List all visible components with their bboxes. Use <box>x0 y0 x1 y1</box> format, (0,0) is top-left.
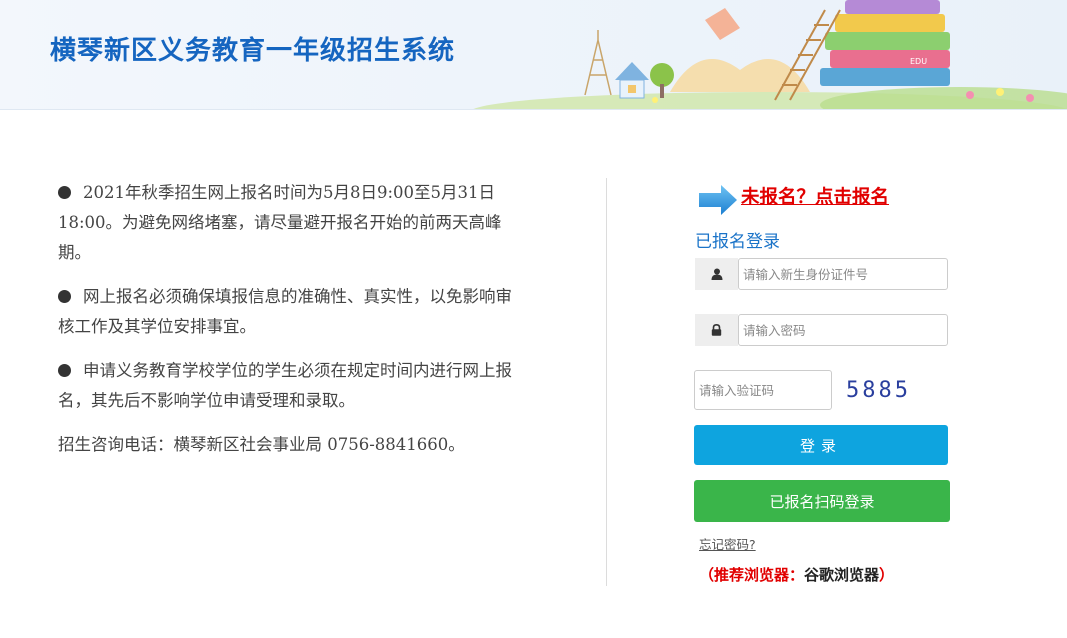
bullet-icon <box>58 186 71 199</box>
banner-illustration: EDU <box>473 0 1067 109</box>
column-divider <box>606 178 607 586</box>
id-number-input[interactable] <box>738 258 948 290</box>
hotline-text: 招生咨询电话：横琴新区社会事业局 0756-8841660。 <box>58 435 465 454</box>
captcha-input[interactable] <box>694 370 832 410</box>
captcha-image[interactable]: 5885 <box>846 374 916 406</box>
browser-tip: （推荐浏览器：谷歌浏览器） <box>699 566 895 584</box>
banner-edu-text: EDU <box>910 57 927 66</box>
lock-icon <box>695 314 738 346</box>
bullet-icon <box>58 364 71 377</box>
arrow-right-icon <box>699 185 737 215</box>
notice-item: 2021年秋季招生网上报名时间为5月8日9:00至5月31日18:00。为避免网… <box>58 183 502 262</box>
notice-list: 2021年秋季招生网上报名时间为5月8日9:00至5月31日18:00。为避免网… <box>58 178 528 460</box>
login-button[interactable]: 登录 <box>694 425 948 465</box>
header-banner: 横琴新区义务教育一年级招生系统 EDU <box>0 0 1067 110</box>
notice-item: 申请义务教育学校学位的学生必须在规定时间内进行网上报名，其先后不影响学位申请受理… <box>58 361 512 410</box>
page-title: 横琴新区义务教育一年级招生系统 <box>50 36 456 66</box>
login-subtitle: 已报名登录 <box>695 232 780 252</box>
register-link[interactable]: 未报名？点击报名 <box>741 183 889 209</box>
notice-item: 网上报名必须确保填报信息的准确性、真实性，以免影响审核工作及其学位安排事宜。 <box>58 287 512 336</box>
bullet-icon <box>58 290 71 303</box>
user-icon <box>695 258 738 290</box>
id-number-group <box>695 258 948 290</box>
password-input[interactable] <box>738 314 948 346</box>
password-group <box>695 314 948 346</box>
scan-login-button[interactable]: 已报名扫码登录 <box>694 480 950 522</box>
forgot-password-link[interactable]: 忘记密码? <box>699 534 756 553</box>
